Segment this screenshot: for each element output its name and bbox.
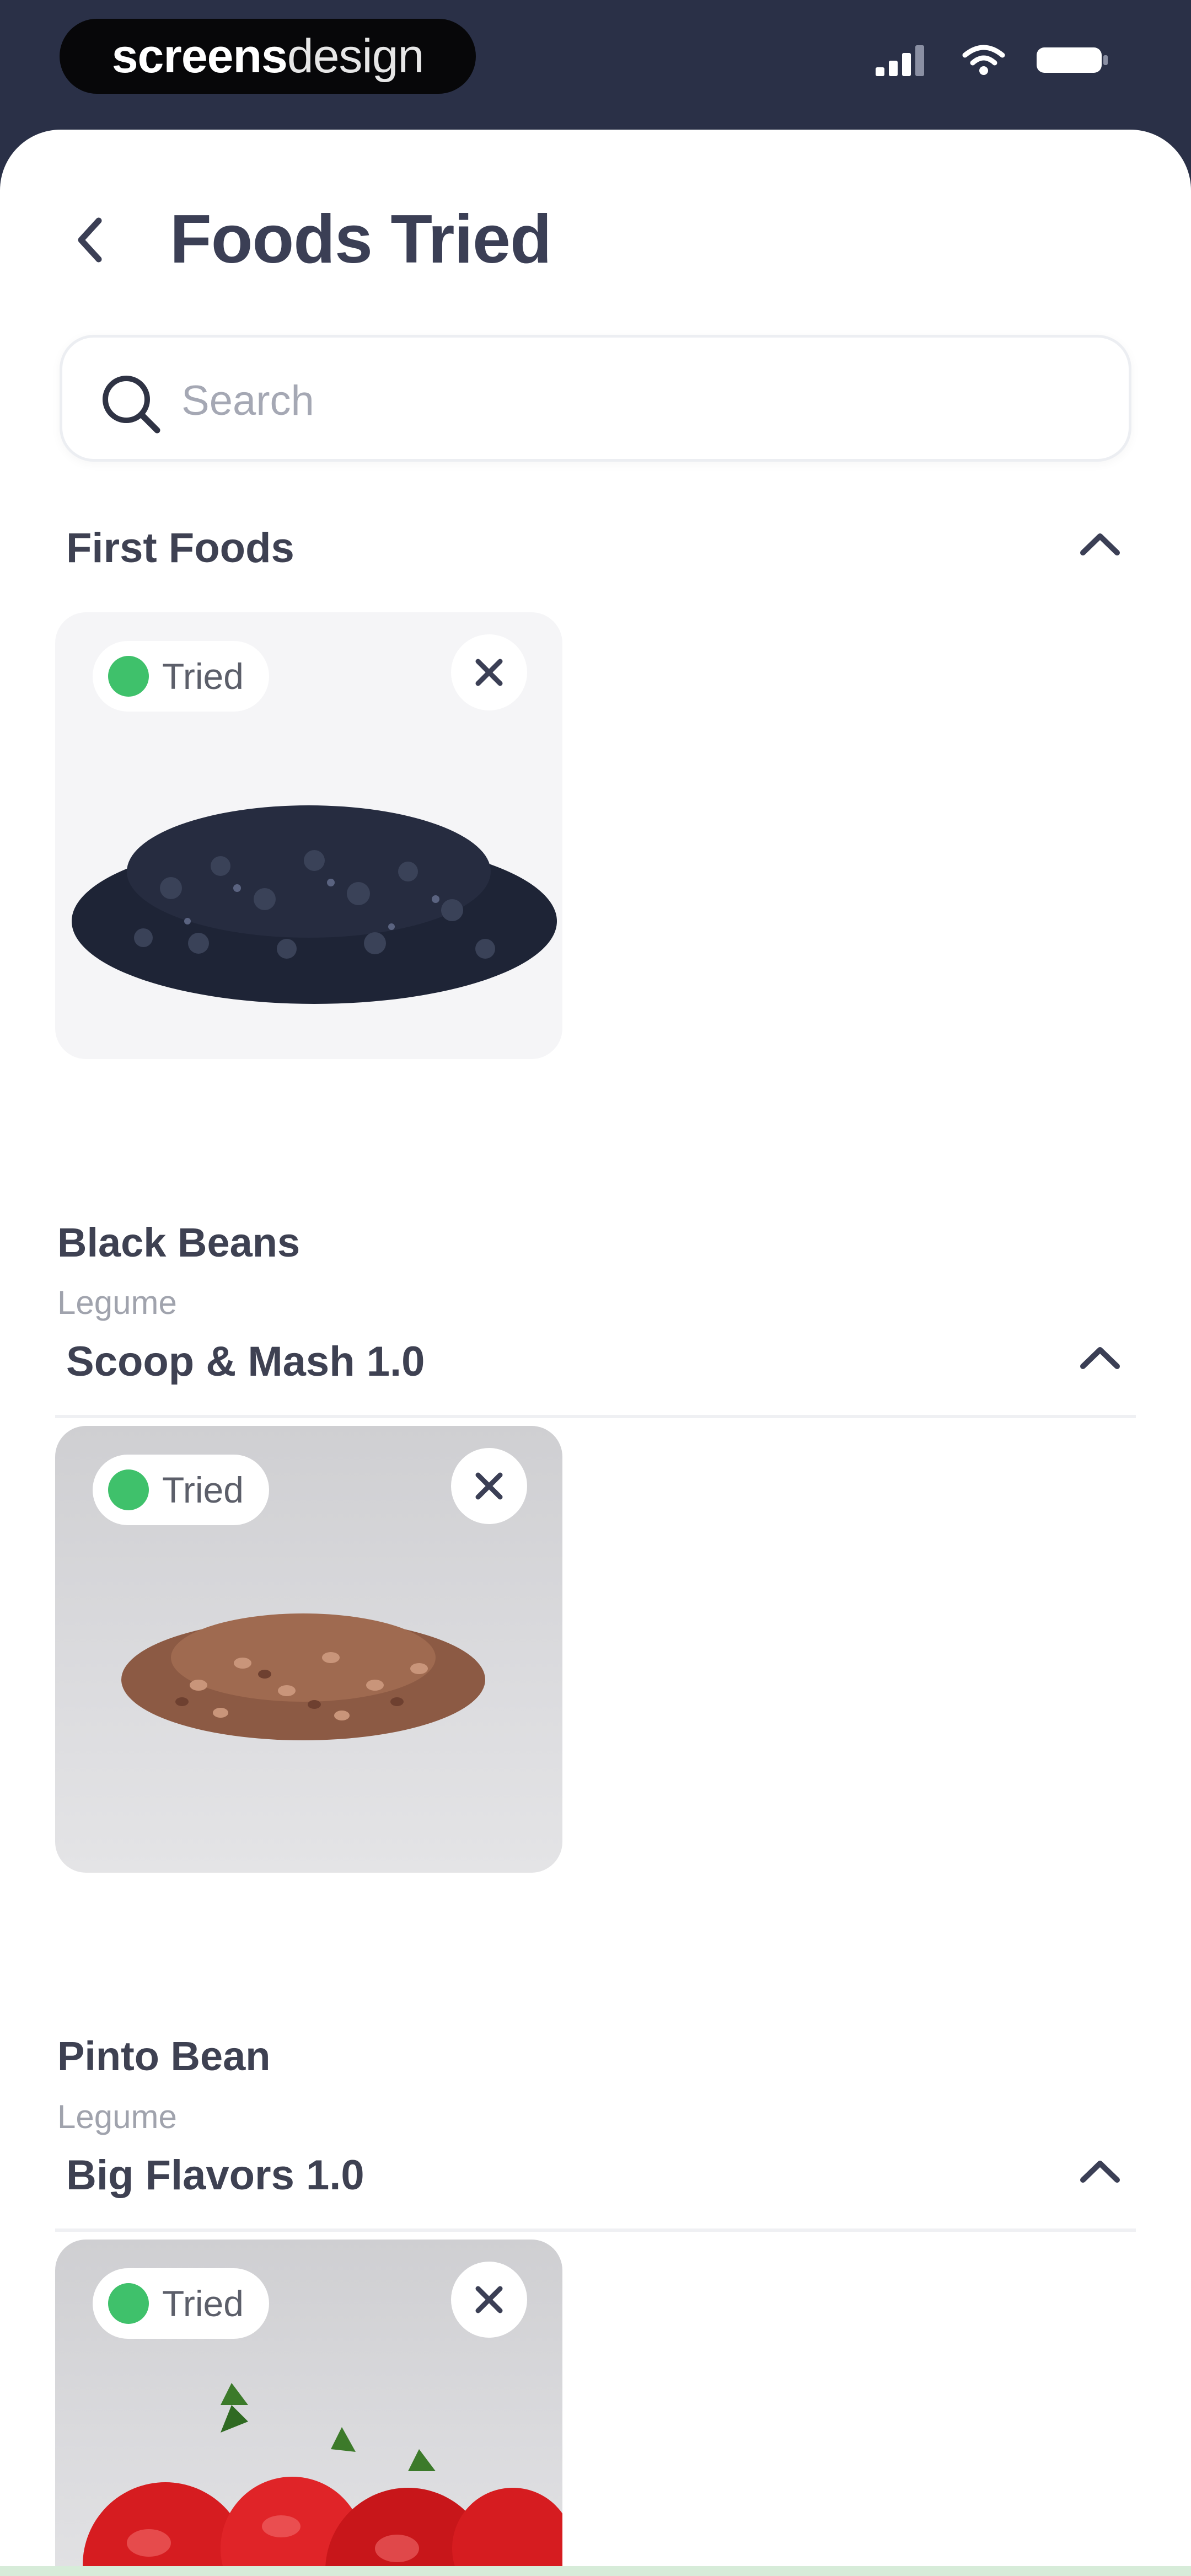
main-sheet: Foods Tried First Foods bbox=[0, 130, 1191, 2576]
wifi-icon bbox=[962, 45, 1005, 75]
search-input[interactable] bbox=[180, 359, 1092, 442]
tried-label: Tried bbox=[162, 656, 244, 697]
collapse-button[interactable] bbox=[1075, 1341, 1125, 1374]
page-title: Foods Tried bbox=[170, 201, 552, 277]
food-category: Legume bbox=[57, 1284, 177, 1321]
remove-button[interactable] bbox=[451, 634, 527, 710]
battery-icon bbox=[1037, 47, 1108, 73]
divider bbox=[55, 2228, 1136, 2232]
collapse-button[interactable] bbox=[1075, 2155, 1125, 2188]
divider bbox=[55, 1415, 1136, 1418]
tried-badge: Tried bbox=[93, 641, 269, 712]
back-button[interactable] bbox=[65, 210, 115, 270]
brand-logo-light: design bbox=[287, 29, 424, 83]
remove-button[interactable] bbox=[451, 1448, 527, 1524]
header: Foods Tried bbox=[0, 130, 1191, 277]
tried-badge: Tried bbox=[93, 2268, 269, 2339]
food-category: Legume bbox=[57, 2098, 177, 2135]
close-icon bbox=[475, 659, 503, 686]
chevron-up-icon bbox=[1080, 2161, 1120, 2183]
food-card-tomato[interactable]: Tried bbox=[55, 2240, 562, 2576]
collapse-button[interactable] bbox=[1075, 527, 1125, 560]
home-indicator bbox=[0, 2566, 1191, 2576]
check-circle-icon bbox=[108, 1469, 149, 1510]
check-circle-icon bbox=[108, 2283, 149, 2324]
chevron-left-icon bbox=[78, 217, 102, 263]
section-title: Big Flavors 1.0 bbox=[66, 2152, 364, 2199]
close-icon bbox=[475, 1472, 503, 1500]
search-box[interactable] bbox=[60, 335, 1131, 462]
search-icon bbox=[103, 376, 160, 434]
brand-logo: screens design bbox=[60, 19, 476, 94]
tried-badge: Tried bbox=[93, 1455, 269, 1525]
status-bar: screens design bbox=[0, 0, 1191, 132]
remove-button[interactable] bbox=[451, 2262, 527, 2338]
chevron-up-icon bbox=[1080, 533, 1120, 555]
close-icon bbox=[475, 2286, 503, 2313]
status-icons bbox=[876, 43, 1108, 76]
tried-label: Tried bbox=[162, 2283, 244, 2324]
food-name: Pinto Bean bbox=[57, 2033, 271, 2079]
food-name: Black Beans bbox=[57, 1220, 301, 1265]
food-card-black-beans[interactable]: Tried bbox=[55, 612, 562, 1059]
signal-icon bbox=[876, 45, 924, 76]
section-title: First Foods bbox=[66, 525, 294, 571]
chevron-up-icon bbox=[1080, 1347, 1120, 1369]
brand-logo-bold: screens bbox=[111, 29, 288, 83]
food-card-pinto-bean[interactable]: Tried bbox=[55, 1426, 562, 1873]
check-circle-icon bbox=[108, 656, 149, 697]
section-title: Scoop & Mash 1.0 bbox=[66, 1338, 425, 1385]
tried-label: Tried bbox=[162, 1469, 244, 1510]
